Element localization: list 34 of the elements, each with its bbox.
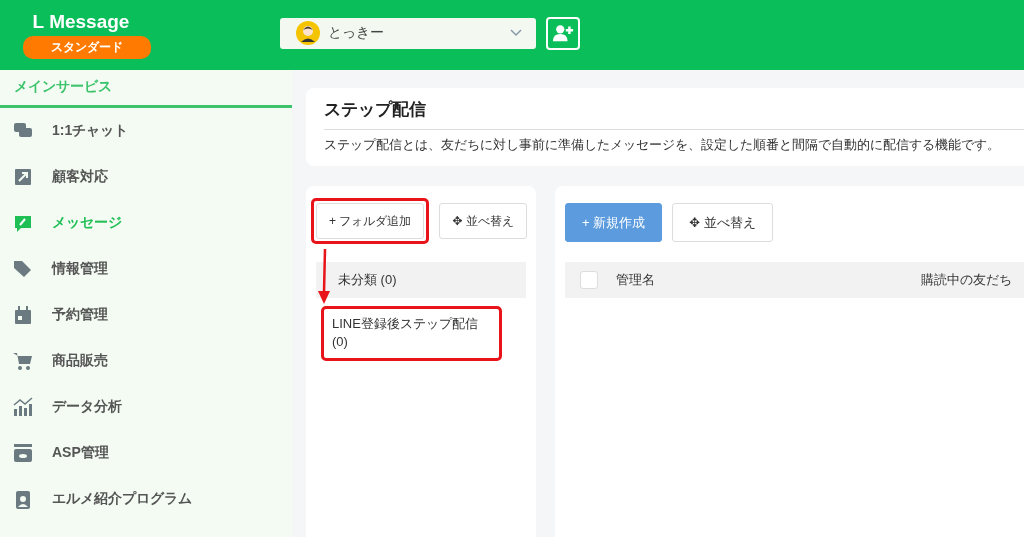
badge-icon	[13, 489, 33, 509]
account-select[interactable]: とっきー	[280, 17, 536, 49]
box-icon	[13, 443, 33, 463]
select-all-checkbox[interactable]	[580, 271, 598, 289]
folder-item[interactable]: 未分類 (0)	[316, 262, 526, 299]
edit-message-icon	[13, 213, 33, 233]
cart-icon	[13, 351, 33, 371]
sidebar-item[interactable]: 1:1チャット	[0, 108, 292, 154]
app-logo: L Message	[32, 11, 130, 33]
add-user-button[interactable]	[546, 16, 580, 50]
annotation-arrow	[316, 249, 332, 305]
sidebar-item[interactable]: 顧客対応	[0, 154, 292, 200]
sidebar-item[interactable]: エルメ紹介プログラム	[0, 476, 292, 522]
column-header: 購読中の友だち	[921, 271, 1012, 289]
sidebar-item[interactable]: 情報管理	[0, 246, 292, 292]
sort-button[interactable]: ✥ 並べ替え	[672, 203, 773, 242]
add-user-icon	[552, 22, 574, 44]
sidebar-section-title: メインサービス	[0, 70, 292, 108]
plan-badge: スタンダード	[23, 36, 151, 59]
sidebar-item[interactable]: ASP管理	[0, 430, 292, 476]
tag-icon	[13, 259, 33, 279]
page-description: ステップ配信とは、友だちに対し事前に準備したメッセージを、設定した順番と間隔で自動的に配信する機能です。	[324, 137, 1001, 154]
column-header: 管理名	[616, 271, 656, 289]
chart-icon	[13, 397, 33, 417]
sidebar-item[interactable]: データ分析	[0, 384, 292, 430]
sidebar-item[interactable]: 商品販売	[0, 338, 292, 384]
avatar-icon	[296, 21, 320, 45]
page-title: ステップ配信	[324, 98, 1024, 130]
chevron-down-icon	[510, 29, 522, 37]
folder-item[interactable]: LINE登録後ステップ配信 (0)	[321, 306, 502, 361]
sort-button[interactable]: ✥ 並べ替え	[439, 203, 527, 239]
sidebar-item[interactable]: 予約管理	[0, 292, 292, 338]
add-folder-button[interactable]: + フォルダ追加	[316, 203, 425, 239]
calendar-icon	[13, 305, 33, 325]
